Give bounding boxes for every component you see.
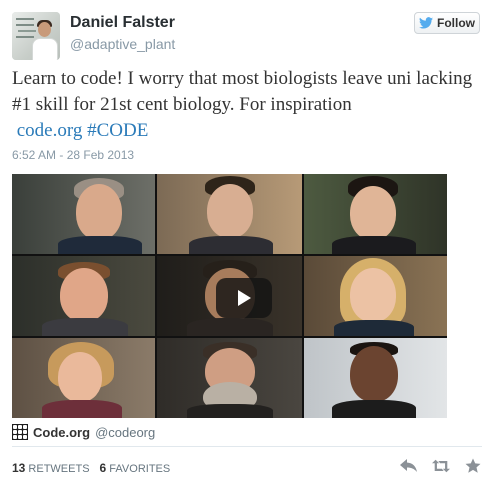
favorites-stat[interactable]: 6 FAVORITES	[100, 461, 171, 475]
avatar-face	[38, 22, 51, 37]
play-icon	[238, 290, 251, 306]
follow-button-label: Follow	[437, 16, 475, 30]
avatar[interactable]	[12, 12, 60, 60]
card-name[interactable]: Code.org	[33, 425, 90, 440]
reply-icon	[400, 459, 417, 472]
video-tile	[304, 256, 447, 336]
tweet-stats: 13 RETWEETS 6 FAVORITES	[12, 461, 170, 475]
card-handle[interactable]: @codeorg	[95, 425, 155, 440]
user-name[interactable]: Daniel Falster	[70, 14, 175, 32]
video-tile	[157, 338, 302, 418]
retweet-icon	[432, 459, 450, 473]
avatar-whiteboard-writing	[16, 18, 34, 20]
card-source: Code.org @codeorg	[12, 424, 155, 440]
avatar-shirt	[32, 38, 58, 60]
retweets-label: RETWEETS	[28, 463, 90, 475]
tweet-body: Learn to code! I worry that most biologi…	[12, 68, 473, 115]
follow-button[interactable]: Follow	[414, 12, 480, 34]
video-thumbnail[interactable]	[12, 174, 447, 418]
tweet-text: Learn to code! I worry that most biologi…	[12, 66, 482, 144]
favorite-button[interactable]	[464, 457, 482, 475]
divider	[12, 446, 482, 447]
tweet-hashtag[interactable]: #CODE	[87, 120, 148, 141]
twitter-bird-icon	[419, 17, 433, 29]
reply-button[interactable]	[400, 457, 418, 475]
tweet-link[interactable]: code.org	[17, 120, 83, 141]
tweet-actions	[400, 457, 482, 475]
favorites-label: FAVORITES	[109, 463, 171, 475]
video-tile	[12, 256, 155, 336]
favorites-count: 6	[99, 461, 107, 475]
video-tile	[304, 338, 447, 418]
tweet-timestamp[interactable]: 6:52 AM - 28 Feb 2013	[12, 148, 134, 162]
retweets-stat[interactable]: 13 RETWEETS	[12, 461, 90, 475]
play-button[interactable]	[216, 278, 272, 318]
retweet-button[interactable]	[432, 457, 450, 475]
video-tile	[157, 174, 302, 254]
star-icon	[465, 458, 481, 473]
video-tile	[12, 174, 155, 254]
video-tile	[304, 174, 447, 254]
user-handle[interactable]: @adaptive_plant	[70, 36, 175, 52]
retweets-count: 13	[12, 461, 26, 475]
video-tile	[12, 338, 155, 418]
code-org-logo-icon	[12, 424, 28, 440]
